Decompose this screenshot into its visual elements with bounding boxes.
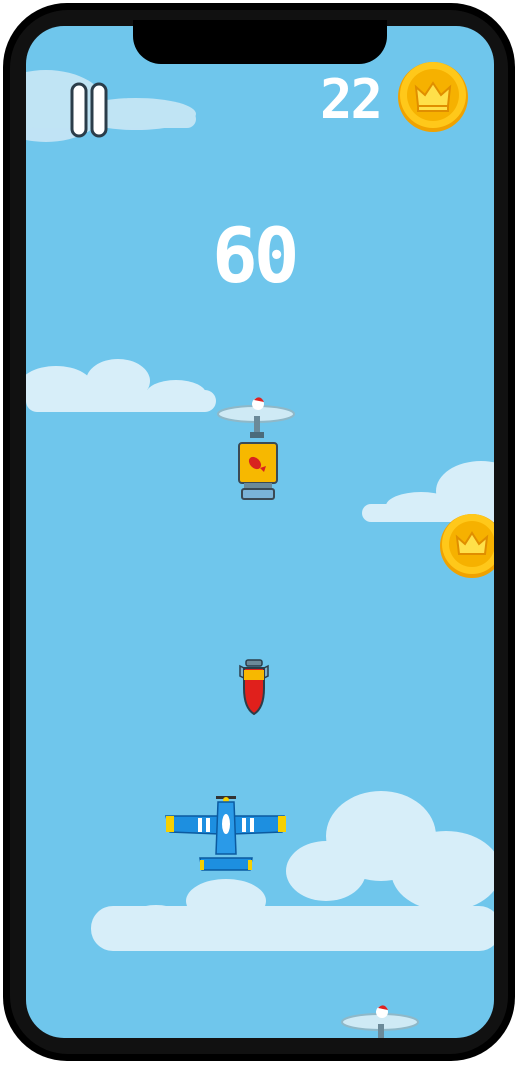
falling-bomb — [239, 659, 269, 716]
cloud-mid-left — [26, 359, 216, 412]
crown-coin-icon — [398, 62, 468, 132]
score-display: 60 — [212, 211, 299, 300]
game-screen[interactable]: 22 60 — [26, 26, 494, 1038]
sky-clouds — [26, 70, 494, 951]
crown-coin-icon[interactable] — [439, 512, 494, 580]
pause-icon[interactable] — [70, 82, 110, 138]
phone-notch — [133, 20, 387, 64]
coin-counter: 22 — [320, 68, 383, 131]
blue-propeller-plane[interactable] — [164, 794, 288, 878]
bomb-supply-crate — [238, 442, 278, 500]
cloud-bottom — [91, 791, 494, 951]
mini-helicopter-with-pilot — [341, 1005, 419, 1038]
